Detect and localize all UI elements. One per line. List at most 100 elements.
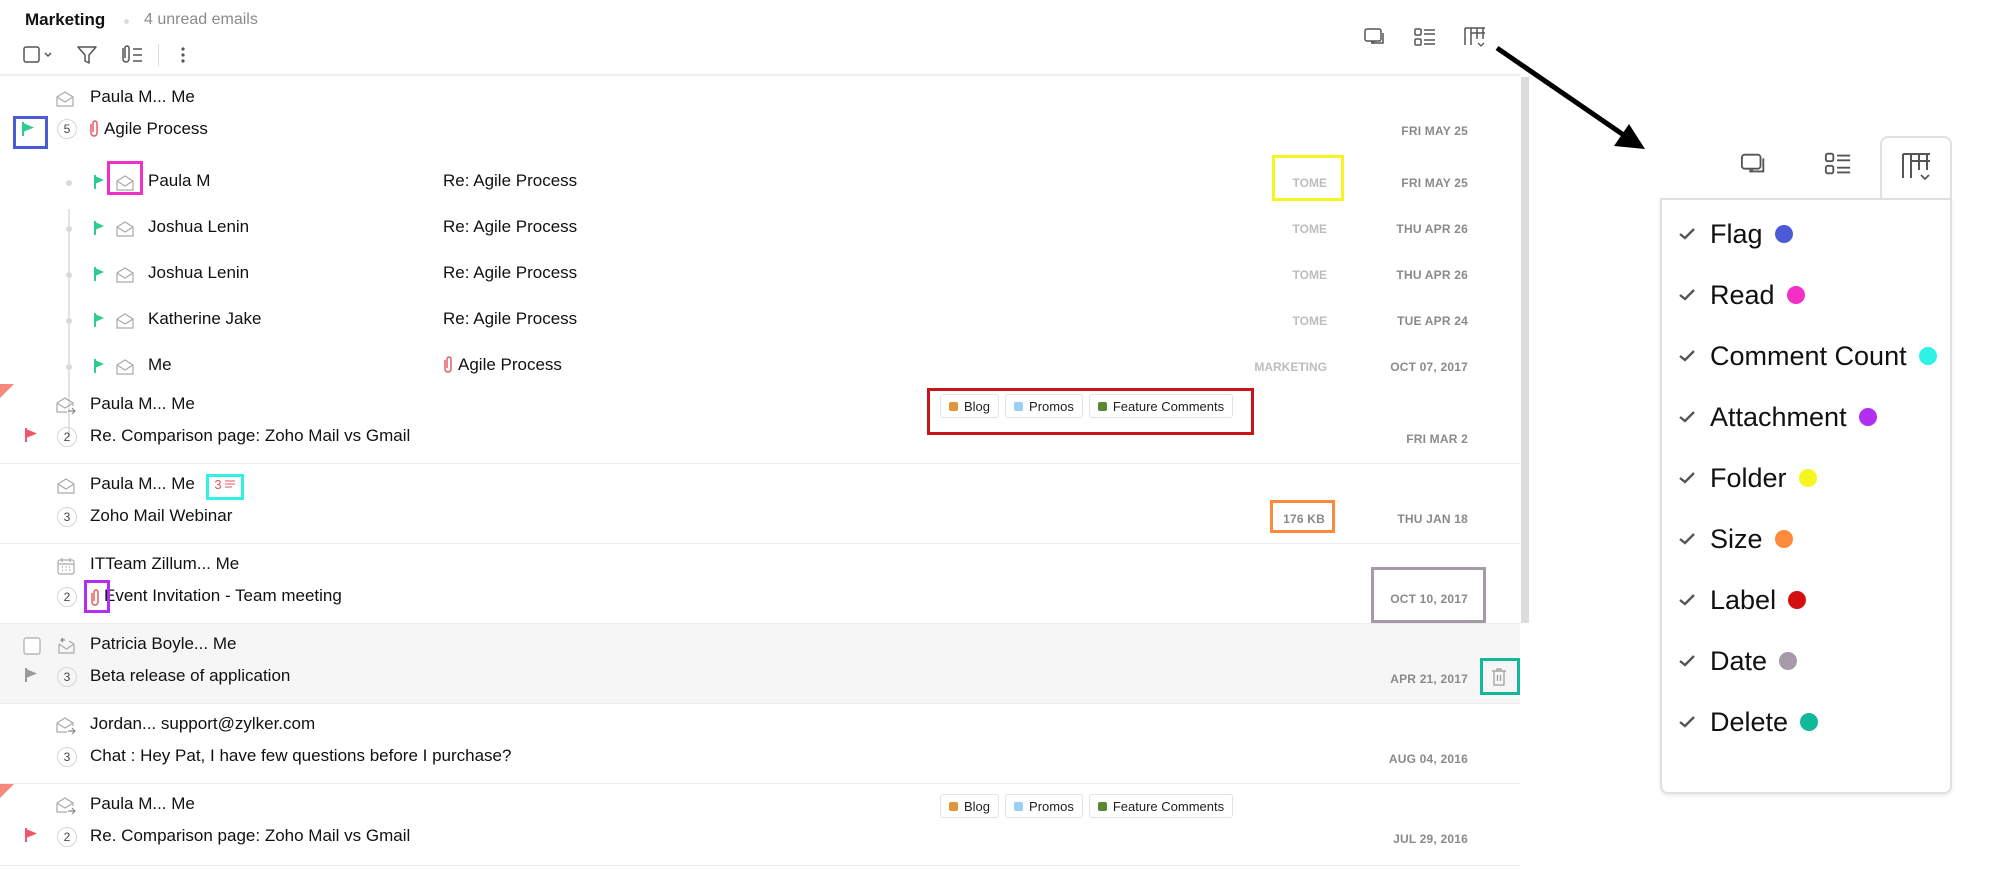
thread-count: 5 [57,119,77,139]
thread-sender: Paula M... Me [90,87,195,106]
label-name: Blog [964,398,991,414]
forwarded-envelope-icon[interactable] [55,397,77,415]
legend-dot [1779,652,1798,670]
more-options-button[interactable] [179,42,187,68]
check-icon [1678,349,1698,363]
flag-icon[interactable] [92,174,106,190]
mail-size: 176 KB [1283,512,1325,526]
column-settings-button[interactable] [1462,24,1488,50]
flag-icon[interactable] [24,827,38,843]
read-envelope-icon[interactable] [115,175,135,191]
filter-button[interactable] [76,42,98,68]
unread-corner-marker [0,384,14,398]
attachment-icon [89,588,101,608]
flag-icon[interactable] [24,427,38,443]
label-tag[interactable]: Feature Comments [1088,394,1234,418]
column-option-folder[interactable]: Folder [1678,458,1817,498]
delete-icon[interactable] [1488,666,1510,688]
label-tag[interactable]: Blog [940,394,1000,418]
mail-date: AUG 04, 2016 [1388,752,1468,766]
attachment-icon [88,119,100,139]
read-envelope-icon [55,91,75,107]
label-color-swatch [949,801,958,811]
attachment-view-button[interactable] [118,42,144,68]
legend-dot [1798,469,1817,487]
list-scrollbar[interactable] [1521,77,1529,623]
thread-dot [66,318,72,324]
label-list: Blog Promos Feature Comments [940,794,1239,818]
read-envelope-icon[interactable] [115,313,135,329]
flag-icon[interactable] [92,266,106,282]
label-tag[interactable]: Promos [1005,794,1083,818]
child-folder: TOME [1292,268,1327,282]
thread-child-row[interactable]: Joshua Lenin Re: Agile Process TOME THU … [0,206,1520,252]
thread-child-row[interactable]: Paula M Re: Agile Process TOME FRI MAY 2… [0,160,1520,206]
child-folder: TOME [1292,176,1327,190]
child-date: THU APR 26 [1396,268,1468,282]
thread-child-row[interactable]: Joshua Lenin Re: Agile Process TOME THU … [0,252,1520,298]
read-envelope-icon[interactable] [115,267,135,283]
unread-count: 4 unread emails [144,11,258,28]
label-tag[interactable]: Blog [940,794,1000,818]
column-option-comment-count[interactable]: Comment Count [1678,336,1937,376]
flag-icon[interactable] [92,358,106,374]
list-view-icon[interactable] [1824,150,1852,178]
label-tag[interactable]: Feature Comments [1088,794,1234,818]
read-envelope-icon[interactable] [115,221,135,237]
calendar-icon[interactable] [55,557,77,575]
column-option-attachment[interactable]: Attachment [1678,397,1877,437]
column-option-delete[interactable]: Delete [1678,702,1819,742]
select-all-button[interactable] [22,42,56,68]
column-option-label: Label [1710,584,1777,615]
forwarded-envelope-icon[interactable] [55,717,77,735]
flag-icon[interactable] [20,121,36,137]
mail-row[interactable]: Paula M... Me 2 Re. Comparison page: Zoho … [0,384,1520,464]
column-option-label: Size [1710,523,1763,554]
mail-date: FRI MAR 2 [1406,432,1468,446]
check-icon [1678,715,1698,729]
mail-subject: Zoho Mail Webinar [90,506,233,525]
column-option-read[interactable]: Read [1678,275,1805,315]
replied-envelope-icon[interactable] [55,637,77,655]
read-envelope-icon[interactable] [55,477,77,495]
flag-icon[interactable] [92,312,106,328]
thread-child-row[interactable]: Katherine Jake Re: Agile Process TOME TU… [0,298,1520,344]
label-tag[interactable]: Promos [1005,394,1083,418]
flag-icon[interactable] [92,220,106,236]
label-list: Blog Promos Feature Comments [940,394,1239,418]
comment-count-value: 3 [214,476,222,492]
conversation-view-icon[interactable] [1740,150,1768,178]
column-settings-tab[interactable] [1880,136,1952,200]
thread-count: 3 [57,667,77,687]
list-view-button[interactable] [1412,24,1438,50]
label-color-swatch [949,401,958,411]
forwarded-envelope-icon[interactable] [55,797,77,815]
mail-row[interactable]: Paula M... Me 2 Re. Comparison page: Zoho … [0,784,1520,866]
mail-subject: Re. Comparison page: Zoho Mail vs Gmail [90,826,411,845]
mail-row[interactable]: Paula M... Me 3 3 Zoho Mail Webinar 176 KB TH… [0,464,1520,544]
mail-subject: Re. Comparison page: Zoho Mail vs Gmail [90,426,411,445]
mail-row[interactable]: Jordan... support@zylker.com 3 Chat : Hey … [0,704,1520,784]
child-folder: TOME [1292,222,1327,236]
read-envelope-icon[interactable] [115,359,135,375]
column-option-flag[interactable]: Flag [1678,214,1793,254]
conversation-view-button[interactable] [1362,24,1388,50]
mail-row[interactable]: ITTeam Zillum... Me 2 Event Invitation - T… [0,544,1520,624]
flag-icon[interactable] [24,667,38,683]
child-sender: Paula M [148,171,211,190]
legend-dot [1786,286,1805,304]
column-option-size[interactable]: Size [1678,519,1793,559]
column-option-date[interactable]: Date [1678,641,1798,681]
checkbox-icon [23,46,52,63]
comment-lines-icon [224,480,235,488]
column-option-label[interactable]: Label [1678,580,1807,620]
mail-sender: Paula M... Me [90,794,195,813]
child-subject: Agile Process [458,355,562,374]
mail-row[interactable]: Patricia Boyle... Me 3 Beta release of app… [0,624,1520,704]
child-date: THU APR 26 [1396,222,1468,236]
check-icon [1678,654,1698,668]
row-checkbox[interactable] [23,637,41,655]
column-option-label: Delete [1710,706,1789,737]
label-name: Promos [1029,798,1074,814]
comment-count-badge[interactable]: 3 [212,474,238,494]
